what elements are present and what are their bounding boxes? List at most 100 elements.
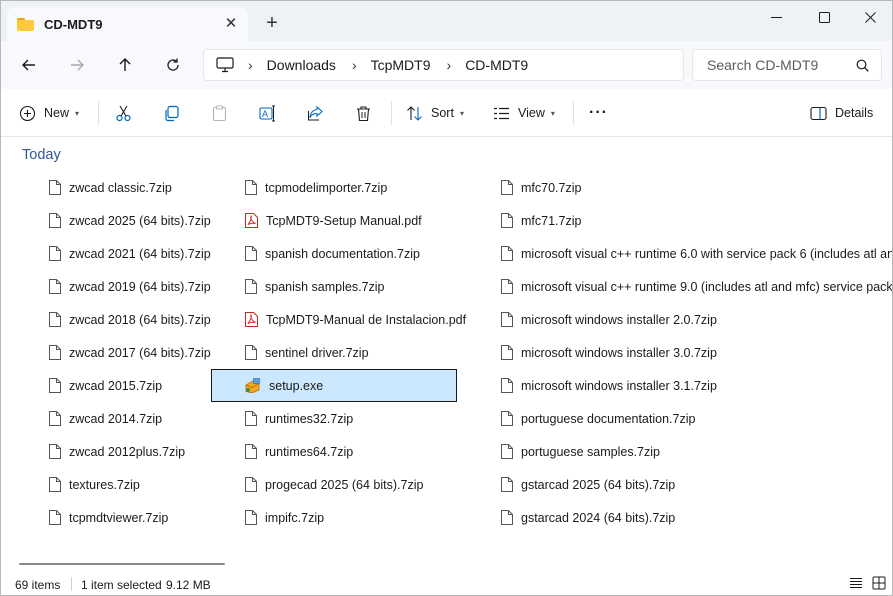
file-item[interactable]: zwcad 2018 (64 bits).7zip [43, 303, 243, 336]
chevron-right-icon[interactable]: › [248, 57, 253, 73]
document-icon [501, 213, 513, 228]
file-item[interactable]: microsoft visual c++ runtime 6.0 with se… [495, 237, 892, 270]
file-item[interactable]: microsoft windows installer 3.1.7zip [495, 369, 892, 402]
document-icon [49, 180, 61, 195]
cut-button[interactable] [115, 101, 132, 125]
view-button[interactable]: View ▾ [493, 101, 555, 125]
file-item[interactable]: tcpmdtviewer.7zip [43, 501, 243, 534]
file-item[interactable]: TcpMDT9-Manual de Instalacion.pdf [239, 303, 466, 336]
file-item[interactable]: mfc70.7zip [495, 171, 892, 204]
file-item[interactable]: zwcad 2021 (64 bits).7zip [43, 237, 243, 270]
file-item[interactable]: spanish documentation.7zip [239, 237, 457, 270]
copy-button[interactable] [163, 101, 180, 125]
file-item[interactable]: portuguese documentation.7zip [495, 402, 892, 435]
sort-button[interactable]: Sort ▾ [406, 101, 464, 125]
address-bar[interactable]: › Downloads › TcpMDT9 › CD-MDT9 [203, 49, 684, 81]
file-item[interactable]: zwcad 2012plus.7zip [43, 435, 243, 468]
file-name: microsoft visual c++ runtime 9.0 (includ… [521, 279, 892, 294]
file-item[interactable]: gstarcad 2024 (64 bits).7zip [495, 501, 892, 534]
new-button[interactable]: New ▾ [19, 101, 79, 125]
file-item[interactable]: zwcad 2019 (64 bits).7zip [43, 270, 243, 303]
minimize-button[interactable] [753, 1, 799, 33]
file-item[interactable]: zwcad 2017 (64 bits).7zip [43, 336, 243, 369]
details-pane-button[interactable]: Details [810, 101, 873, 125]
clipboard-icon [212, 104, 227, 121]
document-icon [49, 312, 61, 327]
file-name: zwcad 2025 (64 bits).7zip [69, 213, 211, 228]
pdf-icon [245, 312, 258, 327]
forward-button[interactable] [63, 52, 91, 78]
search-icon[interactable] [856, 59, 869, 72]
tiles-view-icon[interactable] [872, 576, 886, 590]
selection-size: 9.12 MB [166, 578, 211, 592]
file-item[interactable]: spanish samples.7zip [239, 270, 457, 303]
delete-button[interactable] [355, 101, 372, 125]
document-icon [49, 510, 61, 525]
breadcrumb-downloads[interactable]: Downloads [267, 57, 336, 73]
file-item[interactable]: impifc.7zip [239, 501, 457, 534]
chevron-right-icon[interactable]: › [352, 57, 357, 73]
breadcrumb-tcpmdt9[interactable]: TcpMDT9 [371, 57, 431, 73]
breadcrumb-cd-mdt9[interactable]: CD-MDT9 [465, 57, 528, 73]
share-button[interactable] [307, 101, 324, 125]
chevron-right-icon[interactable]: › [447, 57, 452, 73]
file-item[interactable]: mfc71.7zip [495, 204, 892, 237]
search-box[interactable] [692, 49, 882, 81]
file-item[interactable]: textures.7zip [43, 468, 243, 501]
file-name: zwcad 2015.7zip [69, 378, 163, 393]
document-icon [245, 510, 257, 525]
file-name: microsoft windows installer 3.1.7zip [521, 378, 717, 393]
minimize-icon [770, 16, 782, 18]
file-item[interactable]: microsoft windows installer 3.0.7zip [495, 336, 892, 369]
up-button[interactable] [111, 52, 139, 78]
file-name: impifc.7zip [265, 510, 325, 525]
file-item[interactable]: sentinel driver.7zip [239, 336, 457, 369]
close-icon [864, 11, 876, 23]
toolbar-divider [573, 101, 574, 125]
details-pane-icon [810, 106, 827, 120]
add-circle-icon [19, 105, 36, 121]
close-window-button[interactable] [847, 1, 892, 33]
file-name: runtimes32.7zip [265, 411, 354, 426]
search-input[interactable] [707, 57, 852, 73]
paste-button[interactable] [211, 101, 228, 125]
navigation-bar: › Downloads › TcpMDT9 › CD-MDT9 [1, 41, 892, 89]
document-icon [49, 477, 61, 492]
rename-icon: A [259, 105, 275, 121]
file-item[interactable]: setup.exe [211, 369, 457, 402]
chevron-down-icon: ▾ [459, 108, 464, 118]
back-button[interactable] [15, 52, 43, 78]
details-view-icon[interactable] [849, 576, 863, 590]
file-name: zwcad 2012plus.7zip [69, 444, 186, 459]
file-item[interactable]: zwcad 2025 (64 bits).7zip [43, 204, 243, 237]
item-count: 69 items [15, 578, 61, 592]
file-name: portuguese documentation.7zip [521, 411, 696, 426]
tab-close-button[interactable]: ✕ [222, 15, 240, 33]
file-name: tcpmodelimporter.7zip [265, 180, 388, 195]
file-item[interactable]: zwcad classic.7zip [43, 171, 243, 204]
file-item[interactable]: tcpmodelimporter.7zip [239, 171, 457, 204]
file-item[interactable]: zwcad 2014.7zip [43, 402, 243, 435]
tab-cd-mdt9[interactable]: CD-MDT9 ✕ [7, 7, 248, 41]
file-item[interactable]: microsoft windows installer 2.0.7zip [495, 303, 892, 336]
file-item[interactable]: microsoft visual c++ runtime 9.0 (includ… [495, 270, 892, 303]
new-tab-button[interactable]: + [260, 11, 284, 35]
file-item[interactable]: portuguese samples.7zip [495, 435, 892, 468]
file-item[interactable]: TcpMDT9-Setup Manual.pdf [239, 204, 457, 237]
more-options-button[interactable]: ··· [589, 101, 608, 125]
status-bar: 69 items 1 item selected 9.12 MB [1, 571, 892, 595]
document-icon [501, 180, 513, 195]
file-item[interactable]: gstarcad 2025 (64 bits).7zip [495, 468, 892, 501]
maximize-button[interactable] [801, 1, 847, 33]
refresh-button[interactable] [159, 52, 187, 78]
maximize-icon [818, 11, 830, 23]
document-icon [245, 411, 257, 426]
horizontal-scrollbar[interactable] [19, 563, 225, 565]
file-item[interactable]: runtimes64.7zip [239, 435, 457, 468]
file-name: zwcad 2019 (64 bits).7zip [69, 279, 211, 294]
file-item[interactable]: runtimes32.7zip [239, 402, 457, 435]
group-header-today[interactable]: Today [22, 147, 61, 163]
arrow-left-icon [22, 59, 35, 71]
rename-button[interactable]: A [259, 101, 276, 125]
file-item[interactable]: progecad 2025 (64 bits).7zip [239, 468, 457, 501]
